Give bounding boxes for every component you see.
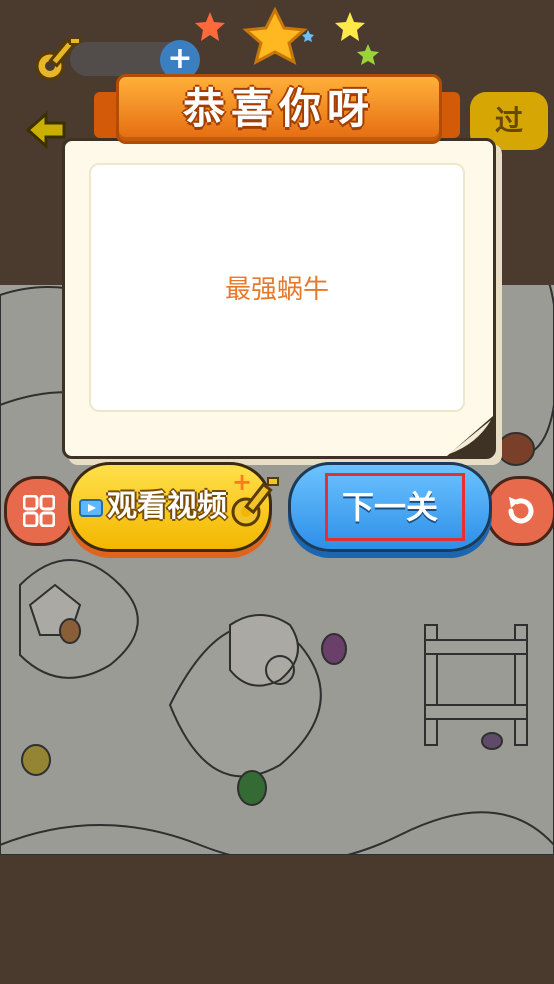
- level-menu-button[interactable]: [4, 476, 74, 546]
- restart-button[interactable]: [486, 476, 554, 546]
- next-level-label: 下一关: [341, 488, 438, 526]
- watch-video-label: 观看视频: [107, 489, 227, 524]
- video-icon: [79, 499, 103, 517]
- bottom-bar: [0, 855, 554, 984]
- result-panel: 最强蜗牛: [89, 163, 465, 412]
- restart-icon: [508, 497, 534, 524]
- next-level-button[interactable]: 下一关: [288, 462, 492, 552]
- grid-icon: [23, 495, 55, 527]
- dialog-title: 恭喜你呀: [182, 84, 375, 133]
- svg-text:+: +: [232, 468, 252, 496]
- page-curl-decoration: [447, 416, 493, 456]
- result-dialog: 最强蜗牛: [62, 138, 496, 459]
- reward-key-icon: +: [231, 468, 279, 527]
- result-message: 最强蜗牛: [224, 275, 329, 305]
- back-arrow-icon[interactable]: [24, 110, 68, 150]
- stars-crown-icon: [195, 6, 379, 65]
